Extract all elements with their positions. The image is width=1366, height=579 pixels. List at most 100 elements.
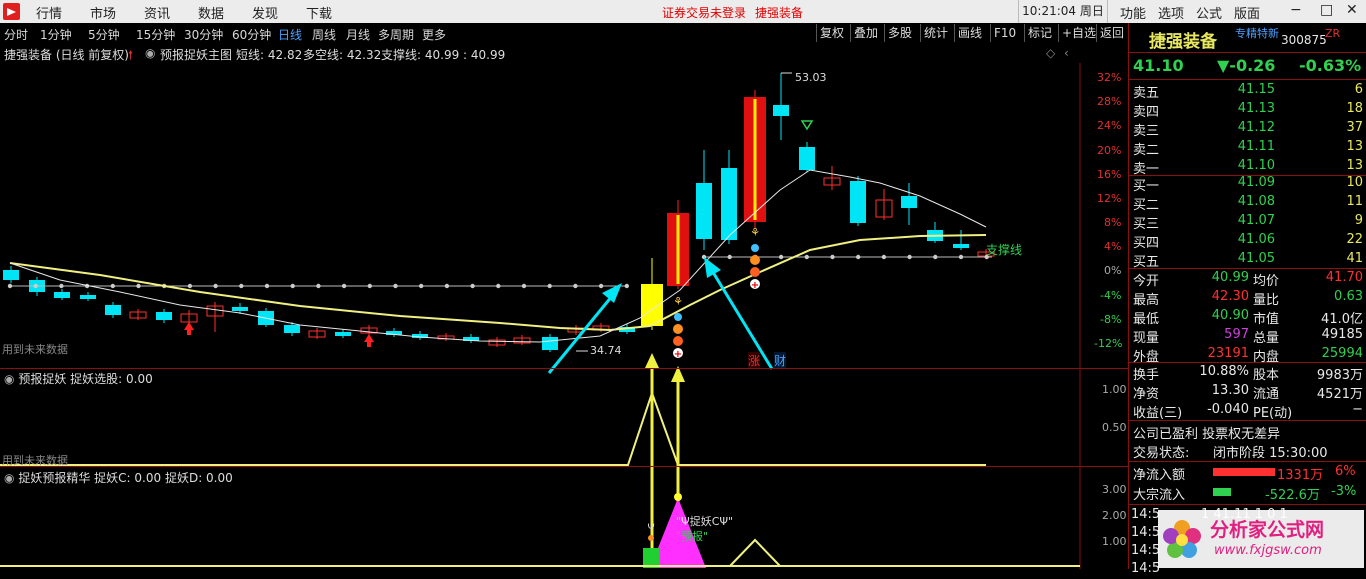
watermark-title: 分析家公式网 [1210, 519, 1325, 541]
bid-row[interactable]: 买二 41.08 11 [1129, 193, 1366, 213]
ask-row[interactable]: 卖二 41.11 13 [1129, 138, 1366, 158]
settings-circle-icon[interactable]: ◉ [4, 372, 14, 386]
stat-label: 换手 [1133, 368, 1160, 383]
tag-cai[interactable]: 财 [774, 352, 787, 369]
quote-panel: 捷强装备 专精特新 300875 ZR 41.10 ▼-0.26 -0.63% … [1128, 23, 1366, 576]
sub1-name[interactable]: 预报捉妖 [18, 372, 66, 386]
flow-label: 大宗流入 [1133, 488, 1186, 503]
kline-chart[interactable]: ⚘ + ⚘ + Ψ [0, 23, 1128, 569]
menu-item-formula[interactable]: 公式 [1196, 3, 1222, 22]
bid-row[interactable]: 买五 41.05 41 [1129, 250, 1366, 270]
stat-value: 13.30 [1211, 383, 1249, 398]
candle-body [721, 168, 737, 240]
row-value: 41.10 [1237, 158, 1275, 173]
panel-divider [0, 368, 1128, 369]
support-dot [239, 283, 244, 289]
close-button[interactable]: ✕ [1346, 2, 1358, 18]
stat-label: 净资 [1133, 387, 1160, 402]
bid-row[interactable]: 买一 41.09 10 [1129, 174, 1366, 194]
row-label: 买三 [1133, 217, 1160, 232]
plus-icon: + [674, 349, 682, 360]
signal-icon [751, 244, 759, 252]
row-value-2: 22 [1346, 232, 1363, 247]
sub2-title: ◉ 捉妖预报精华 捉妖C: 0.00 捉妖D: 0.00 [4, 469, 233, 486]
stat-value: 23191 [1207, 346, 1249, 361]
candle-body [641, 284, 663, 326]
candle-body [901, 196, 917, 208]
up-arrow-icon [367, 342, 371, 347]
y-label: -12% [1094, 337, 1123, 350]
row-label: 卖四 [1133, 105, 1160, 120]
menu-item-options[interactable]: 选项 [1158, 3, 1184, 22]
stat-label: 均价 [1253, 274, 1280, 289]
menu-item-discover[interactable]: 发现 [252, 3, 278, 22]
flow-pct: -3% [1331, 484, 1357, 499]
stat-label: 现量 [1133, 331, 1160, 346]
divider [1129, 420, 1366, 421]
support-dot [907, 254, 912, 260]
y-label: 28% [1097, 95, 1122, 108]
bid-row[interactable]: 买四 41.06 22 [1129, 231, 1366, 251]
ask-row[interactable]: 卖三 41.12 37 [1129, 119, 1366, 139]
fund-row: 换手 10.88% 股本 9983万 [1129, 363, 1366, 383]
support-dot [573, 283, 578, 289]
signal-icon [674, 313, 682, 321]
tick-time: 14:5 [1131, 525, 1161, 540]
arrow-head [645, 353, 659, 368]
candle-body [54, 292, 70, 298]
stat-value: 10.88% [1199, 364, 1249, 379]
stat-label: 收益(三) [1133, 406, 1183, 421]
bid-row[interactable]: 买三 41.07 9 [1129, 212, 1366, 232]
sub2-label-yaoc: "Ψ捉妖CΨ" [676, 515, 734, 528]
candle-body [80, 295, 96, 299]
stat-row: 最低 40.90 市值 41.0亿 [1129, 307, 1366, 327]
ask-row[interactable]: 卖五 41.15 6 [1129, 81, 1366, 101]
stat-row: 现量 597 总量 49185 [1129, 326, 1366, 346]
stat-row: 今开 40.99 均价 41.70 [1129, 269, 1366, 289]
up-arrow-icon [364, 334, 374, 342]
menu-item-market[interactable]: 市场 [90, 3, 116, 22]
candle-body [850, 181, 866, 223]
quote-tag: 专精特新 [1235, 27, 1279, 40]
support-dot [727, 254, 732, 260]
row-value-2: 13 [1346, 139, 1363, 154]
support-dot [856, 254, 861, 260]
candle-body [156, 312, 172, 320]
support-dot [341, 283, 347, 289]
support-dot [958, 254, 964, 260]
support-dot [136, 283, 141, 289]
up-arrow-icon [187, 330, 191, 335]
price-change: ▼-0.26 [1217, 56, 1276, 75]
login-warning[interactable]: 证券交易未登录 [662, 4, 746, 21]
support-dot [33, 283, 38, 289]
sub2-name[interactable]: 捉妖预报精华 [18, 471, 90, 485]
candlestick-area: ⚘ + ⚘ + Ψ [0, 72, 1080, 568]
minimize-button[interactable]: − [1290, 2, 1302, 18]
flow-value: -522.6万 [1265, 488, 1320, 503]
stat-value: 41.70 [1325, 270, 1363, 285]
tag-zhang[interactable]: 涨 [748, 352, 761, 369]
settings-circle-icon[interactable]: ◉ [4, 471, 14, 485]
menu-item-news[interactable]: 资讯 [144, 3, 170, 22]
stat-label: PE(动) [1253, 406, 1293, 421]
status-row: 交易状态: 闭市阶段 15:30:00 [1129, 441, 1366, 461]
support-dot [290, 283, 295, 289]
menu-item-data[interactable]: 数据 [198, 3, 224, 22]
stock-link[interactable]: 捷强装备 [755, 4, 803, 21]
candle-body [3, 270, 19, 280]
row-value-2: 11 [1346, 194, 1363, 209]
row-label: 买一 [1133, 179, 1160, 194]
maximize-button[interactable]: □ [1320, 2, 1333, 18]
stat-value: − [1352, 402, 1363, 417]
menu-item-function[interactable]: 功能 [1120, 3, 1146, 22]
menu-item-layout[interactable]: 版面 [1234, 3, 1260, 22]
ask-row[interactable]: 卖四 41.13 18 [1129, 100, 1366, 120]
arrow-head [704, 257, 721, 278]
signal-dot [674, 493, 682, 501]
stat-label: 最高 [1133, 293, 1160, 308]
menu-item-quotes[interactable]: 行情 [36, 3, 62, 22]
sub1-line [0, 389, 986, 466]
sub2-param-d: 捉妖D: 0.00 [164, 471, 233, 485]
menu-item-download[interactable]: 下载 [306, 3, 332, 22]
support-dot [264, 283, 270, 289]
